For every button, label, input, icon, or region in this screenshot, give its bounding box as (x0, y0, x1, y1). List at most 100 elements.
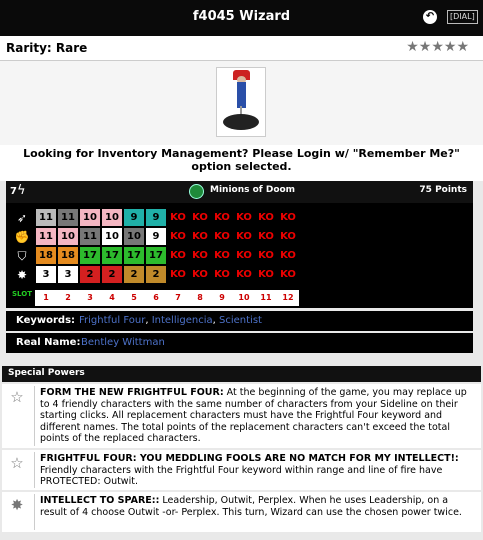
dial-cell: KO (168, 247, 188, 264)
slot-number[interactable]: 7 (167, 290, 189, 306)
dial-cell: 11 (36, 228, 56, 245)
dial-cell: KO (256, 228, 276, 245)
dial-cell: KO (212, 266, 232, 283)
dial-cell: 10 (124, 228, 144, 245)
dial-cell: 18 (36, 247, 56, 264)
dial-cell: KO (168, 228, 188, 245)
dial-cell: KO (212, 209, 232, 226)
slot-number[interactable]: 1 (35, 290, 57, 306)
real-name-bar: Real Name: Bentley Wittman (6, 333, 473, 353)
slot-number-row: 1 2 3 4 5 6 7 8 9 10 11 12 (35, 290, 299, 306)
power-divider (34, 386, 35, 446)
dial-cell: KO (190, 228, 210, 245)
dial-cell: KO (234, 247, 254, 264)
keyword-link[interactable]: Intelligencia (152, 315, 213, 326)
star-outline-icon: ☆ (10, 454, 24, 472)
dial-cell: 9 (146, 209, 166, 226)
dial-cell: 10 (80, 209, 100, 226)
character-card: f4045 Wizard ↶ [DIAL] Rarity: Rare ★★★★★… (0, 0, 483, 540)
dial-cell: KO (212, 228, 232, 245)
undo-icon[interactable]: ↶ (423, 10, 437, 24)
range-value: 7 (10, 186, 17, 197)
power-name: INTELLECT TO SPARE:: (40, 495, 160, 506)
power-text: Friendly characters with the Frightful F… (40, 464, 443, 488)
dial-cell: KO (278, 228, 298, 245)
defense-shield-icon: ⛉ (17, 249, 27, 263)
attack-fist-icon: ✊ (14, 230, 30, 244)
dial-cell: 9 (146, 228, 166, 245)
dial-row: 3 3 2 2 2 2 KO KO KO KO KO KO (35, 266, 299, 285)
dial-row: 11 11 10 10 9 9 KO KO KO KO KO KO (35, 209, 299, 228)
rating-stars[interactable]: ★★★★★ (406, 39, 469, 55)
dial-cell: KO (256, 266, 276, 283)
power-description: FORM THE NEW FRIGHTFUL FOUR: At the begi… (40, 387, 475, 445)
rarity-bar: Rarity: Rare ★★★★★ (0, 36, 483, 61)
dial-cell: 2 (102, 266, 122, 283)
stat-icons: ➶ ✊ ⛉ ✸ (10, 209, 34, 285)
dial-row: 18 18 17 17 17 17 KO KO KO KO KO KO (35, 247, 299, 266)
dial-cell: 10 (58, 228, 78, 245)
dial-row: 11 10 11 10 10 9 KO KO KO KO KO KO (35, 228, 299, 247)
dial-cell: 9 (124, 209, 144, 226)
slot-number[interactable]: 6 (145, 290, 167, 306)
dial-cell: KO (278, 209, 298, 226)
dial-cell: 17 (102, 247, 122, 264)
power-description: INTELLECT TO SPARE:: Leadership, Outwit,… (40, 495, 475, 518)
figure-image[interactable] (216, 67, 266, 137)
slot-number[interactable]: 9 (211, 290, 233, 306)
slot-number[interactable]: 8 (189, 290, 211, 306)
dial-cell: 11 (58, 209, 78, 226)
speed-wing-icon: ➶ (16, 211, 28, 225)
dial-cell: 11 (36, 209, 56, 226)
keywords-label: Keywords: (16, 315, 76, 326)
dial-cell: 10 (102, 228, 122, 245)
special-power: ☆ FORM THE NEW FRIGHTFUL FOUR: At the be… (2, 384, 481, 450)
slot-number[interactable]: 10 (233, 290, 255, 306)
point-value: 75 Points (419, 185, 467, 195)
damage-burst-icon: ✸ (16, 268, 28, 282)
dial-cell: KO (168, 209, 188, 226)
slot-number[interactable]: 4 (101, 290, 123, 306)
combat-dial: 7 ϟ Minions of Doom 75 Points ➶ ✊ ⛉ ✸ SL… (6, 181, 473, 308)
dial-cell: KO (190, 209, 210, 226)
dial-cell: KO (278, 247, 298, 264)
damage-burst-icon: ✸ (10, 496, 24, 514)
slot-number[interactable]: 3 (79, 290, 101, 306)
slot-number[interactable]: 11 (255, 290, 277, 306)
dial-cell: KO (278, 266, 298, 283)
slot-number[interactable]: 12 (277, 290, 299, 306)
star-outline-icon: ☆ (10, 388, 24, 406)
power-name: FRIGHTFUL FOUR: YOU MEDDLING FOOLS ARE N… (40, 453, 459, 464)
real-name-label: Real Name: (16, 337, 81, 348)
login-area: Looking for Inventory Management? Please… (0, 145, 483, 181)
dial-grid: 11 11 10 10 9 9 KO KO KO KO KO KO 11 10 11 10 10 9 KO KO KO K… (35, 209, 299, 285)
special-powers-header: Special Powers (2, 366, 481, 382)
dial-cell: 2 (80, 266, 100, 283)
keyword-link[interactable]: Scientist (219, 315, 262, 326)
dial-cell: 2 (146, 266, 166, 283)
bolt-icon: ϟ (17, 183, 26, 198)
figure-body (237, 82, 246, 108)
dial-cell: 11 (80, 228, 100, 245)
dial-cell: KO (256, 247, 276, 264)
dial-cell: 2 (124, 266, 144, 283)
slot-number[interactable]: 2 (57, 290, 79, 306)
power-description: FRIGHTFUL FOUR: YOU MEDDLING FOOLS ARE N… (40, 453, 475, 488)
dial-link[interactable]: [DIAL] (447, 10, 478, 24)
dial-top-bar: 7 ϟ Minions of Doom 75 Points (6, 181, 473, 203)
dial-cell: KO (256, 209, 276, 226)
slot-number[interactable]: 5 (123, 290, 145, 306)
keyword-link[interactable]: Frightful Four (79, 315, 145, 326)
dial-cell: 17 (124, 247, 144, 264)
dial-cell: KO (168, 266, 188, 283)
special-power: ✸ INTELLECT TO SPARE:: Leadership, Outwi… (2, 492, 481, 534)
card-header: f4045 Wizard ↶ [DIAL] (0, 0, 483, 36)
dial-cell: KO (234, 228, 254, 245)
login-message[interactable]: Looking for Inventory Management? Please… (20, 147, 463, 173)
character-title: f4045 Wizard (192, 9, 291, 24)
keyword-separator: , (212, 315, 216, 326)
power-divider (34, 494, 35, 530)
power-divider (34, 452, 35, 488)
dial-cell: 17 (146, 247, 166, 264)
real-name-link[interactable]: Bentley Wittman (81, 337, 165, 348)
